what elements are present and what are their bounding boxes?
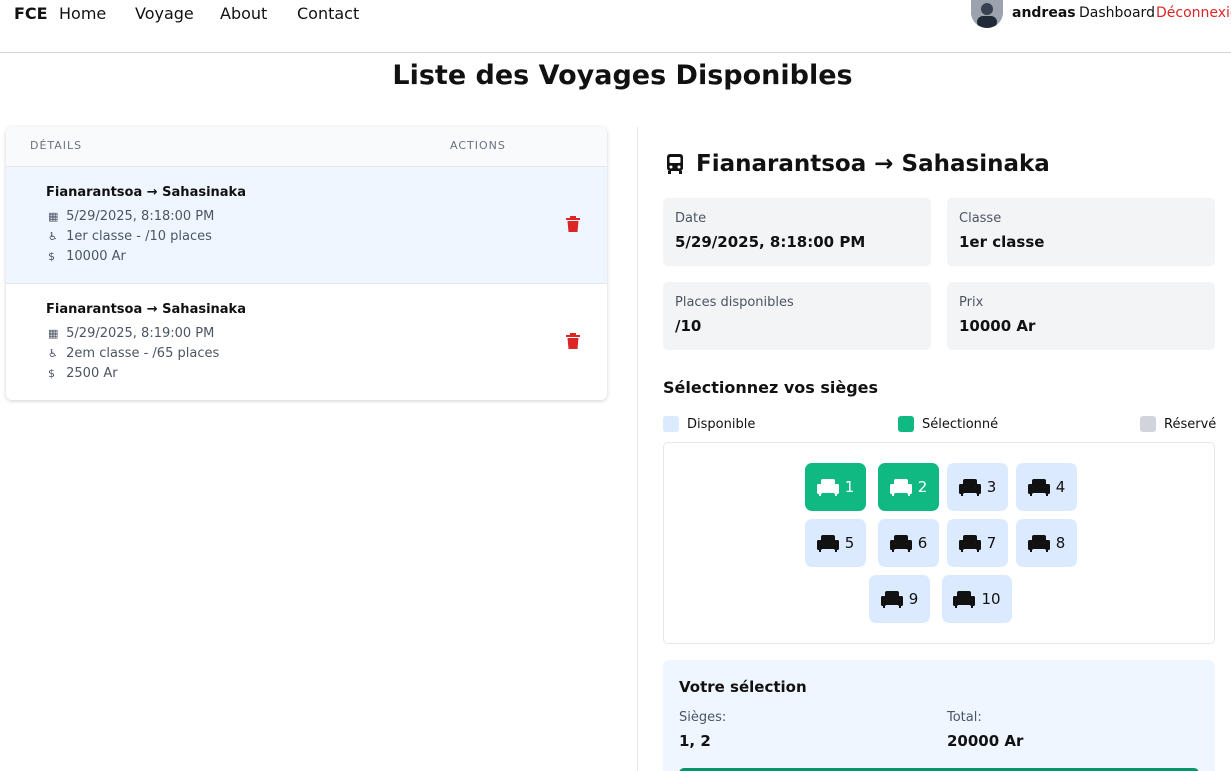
table-row[interactable]: Fianarantsoa → Sahasinaka ▦ 5/29/2025, 8… <box>6 167 607 284</box>
info-classe: Classe 1er classe <box>947 198 1215 266</box>
seat-number: 7 <box>986 534 997 552</box>
seat-number: 8 <box>1055 534 1066 552</box>
seat-button[interactable]: 3 <box>947 463 1008 511</box>
info-prix-value: 10000 Ar <box>959 317 1036 335</box>
legend-selected-swatch <box>898 416 914 432</box>
info-date: Date 5/29/2025, 8:18:00 PM <box>663 198 931 266</box>
navbar: FCE Home Voyage About Contact andreas Da… <box>0 0 1231 53</box>
seat-class-icon: ♿ <box>48 230 58 243</box>
armchair-icon <box>958 535 981 552</box>
armchair-icon <box>889 479 912 496</box>
seat-selection-heading: Sélectionnez vos sièges <box>663 378 879 397</box>
user-avatar-icon <box>971 0 1003 28</box>
row-route: Fianarantsoa → Sahasinaka <box>46 185 246 200</box>
armchair-icon <box>1027 479 1050 496</box>
calendar-icon: ▦ <box>48 327 59 340</box>
seat-button[interactable]: 2 <box>878 463 939 511</box>
bus-icon <box>667 154 683 174</box>
header-details: DÉTAILS <box>30 139 83 152</box>
info-prix-label: Prix <box>959 295 984 310</box>
row-prix: $ 10000 Ar <box>48 249 126 264</box>
seat-button[interactable]: 1 <box>805 463 866 511</box>
armchair-icon <box>1027 535 1050 552</box>
row-date: ▦ 5/29/2025, 8:19:00 PM <box>48 326 215 341</box>
info-prix: Prix 10000 Ar <box>947 282 1215 350</box>
seat-button[interactable]: 9 <box>869 575 930 623</box>
panel-divider <box>637 127 638 771</box>
table-row[interactable]: Fianarantsoa → Sahasinaka ▦ 5/29/2025, 8… <box>6 284 607 400</box>
legend-selected: Sélectionné <box>898 416 998 432</box>
nav-about-link[interactable]: About <box>220 4 267 23</box>
armchair-icon <box>816 479 839 496</box>
legend-reserved: Réservé <box>1140 416 1216 432</box>
dashboard-link[interactable]: Dashboard <box>1079 5 1155 21</box>
armchair-icon <box>953 591 976 608</box>
nav-voyage-link[interactable]: Voyage <box>135 4 194 23</box>
trash-icon[interactable] <box>566 216 580 232</box>
row-classe: ♿ 2em classe - /65 places <box>48 346 220 361</box>
dollar-icon: $ <box>48 250 55 263</box>
seat-button[interactable]: 7 <box>947 519 1008 567</box>
armchair-icon <box>880 591 903 608</box>
detail-title: Fianarantsoa → Sahasinaka <box>664 151 1050 177</box>
info-classe-label: Classe <box>959 211 1002 226</box>
row-date: ▦ 5/29/2025, 8:18:00 PM <box>48 209 215 224</box>
seat-number: 6 <box>917 534 928 552</box>
info-date-value: 5/29/2025, 8:18:00 PM <box>675 233 866 251</box>
seat-number: 2 <box>917 478 928 496</box>
seat-number: 4 <box>1055 478 1066 496</box>
nav-home-link[interactable]: Home <box>59 4 106 23</box>
seat-number: 9 <box>908 590 919 608</box>
brand-logo[interactable]: FCE <box>14 4 48 23</box>
seat-class-icon: ♿ <box>48 347 58 360</box>
seat-number: 5 <box>844 534 855 552</box>
info-places-label: Places disponibles <box>675 295 794 310</box>
header-actions: ACTIONS <box>450 139 506 152</box>
row-route: Fianarantsoa → Sahasinaka <box>46 302 246 317</box>
armchair-icon <box>958 479 981 496</box>
summary-title: Votre sélection <box>679 678 807 696</box>
nav-contact-link[interactable]: Contact <box>297 4 359 23</box>
dollar-icon: $ <box>48 367 55 380</box>
info-date-label: Date <box>675 211 707 226</box>
seat-button[interactable]: 5 <box>805 519 866 567</box>
row-classe: ♿ 1er classe - /10 places <box>48 229 212 244</box>
trash-icon[interactable] <box>566 333 580 349</box>
seat-map: 1 2 3 4 5 6 7 8 9 10 <box>663 442 1215 644</box>
logout-link[interactable]: Déconnexio <box>1156 5 1231 21</box>
armchair-icon <box>816 535 839 552</box>
info-places: Places disponibles /10 <box>663 282 931 350</box>
seat-button[interactable]: 10 <box>942 575 1012 623</box>
summary-seats-label: Sièges: <box>679 710 727 725</box>
summary-total-label: Total: <box>947 710 982 725</box>
seat-number: 3 <box>986 478 997 496</box>
username[interactable]: andreas <box>1012 5 1076 21</box>
table-header: DÉTAILS ACTIONS <box>6 127 607 167</box>
armchair-icon <box>889 535 912 552</box>
summary-total-value: 20000 Ar <box>947 732 1024 750</box>
summary-seats-value: 1, 2 <box>679 732 711 750</box>
page-title: Liste des Voyages Disponibles <box>392 60 853 91</box>
legend-reserved-swatch <box>1140 416 1156 432</box>
legend-available: Disponible <box>663 416 755 432</box>
legend-available-swatch <box>663 416 679 432</box>
selection-summary: Votre sélection Sièges: 1, 2 Total: 2000… <box>663 660 1215 771</box>
info-places-value: /10 <box>675 317 702 335</box>
seat-number: 10 <box>981 590 1001 608</box>
calendar-icon: ▦ <box>48 210 59 223</box>
seat-number: 1 <box>844 478 855 496</box>
seat-button[interactable]: 6 <box>878 519 939 567</box>
info-classe-value: 1er classe <box>959 233 1045 251</box>
voyage-table: DÉTAILS ACTIONS Fianarantsoa → Sahasinak… <box>6 127 607 400</box>
avatar[interactable] <box>971 0 1003 28</box>
detail-route: Fianarantsoa → Sahasinaka <box>696 151 1050 177</box>
seat-button[interactable]: 4 <box>1016 463 1077 511</box>
seat-button[interactable]: 8 <box>1016 519 1077 567</box>
row-prix: $ 2500 Ar <box>48 366 118 381</box>
